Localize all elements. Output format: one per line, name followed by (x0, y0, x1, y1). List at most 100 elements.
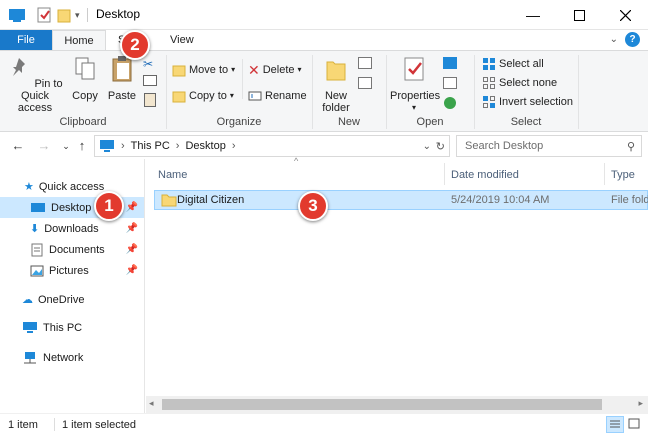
nav-pictures[interactable]: Pictures 📌 (0, 260, 144, 281)
breadcrumb-separator-icon: › (231, 140, 236, 152)
pin-icon[interactable]: 📌 (126, 265, 138, 276)
paste-button[interactable]: Paste (105, 55, 139, 102)
select-none-button[interactable]: Select none (482, 74, 557, 92)
select-none-label: Select none (499, 77, 558, 89)
tab-file[interactable]: File (0, 30, 52, 51)
new-item-icon[interactable] (358, 57, 372, 69)
recent-locations-button[interactable]: ⌄ (58, 138, 74, 154)
window-title: Desktop (96, 7, 141, 21)
nav-network[interactable]: Network (0, 347, 144, 368)
close-button[interactable] (602, 0, 648, 30)
column-header-name[interactable]: Name (158, 165, 187, 185)
copy-icon (75, 57, 95, 80)
file-name: Digital Citizen (177, 194, 245, 206)
tab-home[interactable]: Home (52, 30, 106, 51)
table-row[interactable]: Digital Citizen 5/24/2019 10:04 AM File … (154, 190, 648, 210)
column-divider[interactable] (444, 163, 445, 185)
chevron-down-icon: ⌄ (62, 141, 70, 151)
new-folder-quick-icon[interactable] (56, 6, 72, 24)
delete-icon: ✕ (248, 62, 260, 78)
easy-access-icon[interactable] (358, 77, 372, 89)
pin-icon[interactable]: 📌 (126, 244, 138, 255)
rename-button[interactable]: Rename (248, 87, 307, 105)
copy-to-button[interactable]: Copy to ▾ (172, 87, 234, 105)
scrollbar-thumb[interactable] (162, 399, 602, 410)
pin-label: Pin to Quick access (17, 78, 63, 114)
paste-label: Paste (107, 90, 137, 102)
customize-toolbar-icon[interactable]: ▾ (75, 6, 80, 24)
column-header-date[interactable]: Date modified (451, 165, 519, 185)
copy-label: Copy (72, 90, 98, 102)
invert-selection-label: Invert selection (499, 96, 573, 108)
select-none-icon (483, 77, 495, 89)
nav-label: Downloads (44, 222, 99, 235)
invert-selection-button[interactable]: Invert selection (482, 93, 573, 111)
file-list: ^ Name Date modified Type Digital Citize… (146, 156, 648, 413)
open-icon[interactable] (443, 57, 457, 69)
ribbon-tabs: File Home Share View ⌄ ? (0, 30, 648, 51)
clipboard-group-label: Clipboard (59, 116, 107, 128)
nav-label: This PC (43, 321, 83, 334)
copy-path-icon[interactable] (143, 75, 157, 86)
nav-quick-access[interactable]: ★ Quick access (0, 176, 144, 197)
refresh-icon[interactable]: ↻ (436, 140, 445, 153)
edit-icon[interactable] (443, 77, 457, 89)
delete-button[interactable]: ✕ Delete ▾ (248, 61, 302, 79)
select-all-button[interactable]: Select all (482, 55, 544, 73)
nav-label: Network (43, 351, 84, 364)
nav-downloads[interactable]: ⬇ Downloads 📌 (0, 218, 144, 239)
callout-badge: 1 (94, 191, 124, 221)
history-icon[interactable] (444, 97, 456, 109)
column-divider[interactable] (604, 163, 605, 185)
search-input[interactable]: Search Desktop ⚲ (456, 135, 642, 157)
rename-icon (248, 91, 262, 101)
properties-button[interactable]: Properties ▾ (390, 55, 440, 114)
new-folder-button[interactable]: New folder (316, 55, 356, 114)
pin-quick-access-button[interactable]: Pin to Quick access (4, 55, 66, 114)
move-to-icon (172, 65, 186, 77)
horizontal-scrollbar[interactable]: ◂ ▸ (146, 396, 648, 413)
details-view-icon (610, 420, 620, 428)
breadcrumb-separator-icon: › (175, 140, 180, 152)
scroll-left-icon[interactable]: ◂ (149, 398, 154, 409)
column-header-type[interactable]: Type (611, 165, 635, 185)
documents-icon (31, 243, 43, 256)
copy-button[interactable]: Copy (68, 55, 102, 102)
maximize-button[interactable] (556, 0, 602, 30)
forward-arrow-icon: → (37, 138, 51, 153)
breadcrumb-desktop[interactable]: Desktop (185, 140, 225, 152)
select-group-label: Select (510, 116, 542, 128)
scroll-right-icon[interactable]: ▸ (638, 398, 643, 409)
pin-icon[interactable]: 📌 (126, 223, 138, 234)
forward-button[interactable]: → (36, 138, 52, 154)
address-bar[interactable]: › This PC › Desktop › ⌄ ↻ (94, 135, 450, 157)
details-view-button[interactable] (606, 416, 624, 433)
nav-onedrive[interactable]: ☁ OneDrive (0, 289, 144, 310)
nav-documents[interactable]: Documents 📌 (0, 239, 144, 260)
large-icons-view-button[interactable] (626, 416, 644, 433)
invert-selection-icon (483, 96, 495, 108)
tab-view[interactable]: View (158, 30, 206, 51)
properties-icon (404, 57, 424, 81)
title-bar: ▾ Desktop — (0, 0, 648, 30)
copy-to-label: Copy to (189, 90, 227, 102)
breadcrumb-this-pc[interactable]: This PC (131, 140, 170, 152)
back-button[interactable]: ← (10, 138, 26, 154)
help-icon[interactable]: ? (625, 32, 640, 47)
explorer-window-icon (8, 6, 26, 24)
maximize-icon (573, 9, 585, 21)
breadcrumb-separator-icon: › (121, 140, 125, 152)
paste-shortcut-icon[interactable] (144, 93, 156, 107)
properties-quick-icon[interactable] (36, 6, 52, 24)
cut-icon[interactable]: ✂ (143, 57, 153, 71)
move-to-button[interactable]: Move to ▾ (172, 61, 235, 79)
pin-icon[interactable]: 📌 (126, 202, 138, 213)
nav-label: OneDrive (38, 293, 85, 306)
minimize-ribbon-icon[interactable]: ⌄ (610, 34, 618, 45)
new-folder-icon (326, 61, 346, 81)
nav-this-pc[interactable]: This PC (0, 317, 144, 338)
up-button[interactable]: ↑ (74, 138, 90, 154)
nav-label: Desktop (51, 201, 92, 214)
minimize-button[interactable]: — (510, 0, 556, 30)
address-dropdown-icon[interactable]: ⌄ (423, 141, 431, 152)
